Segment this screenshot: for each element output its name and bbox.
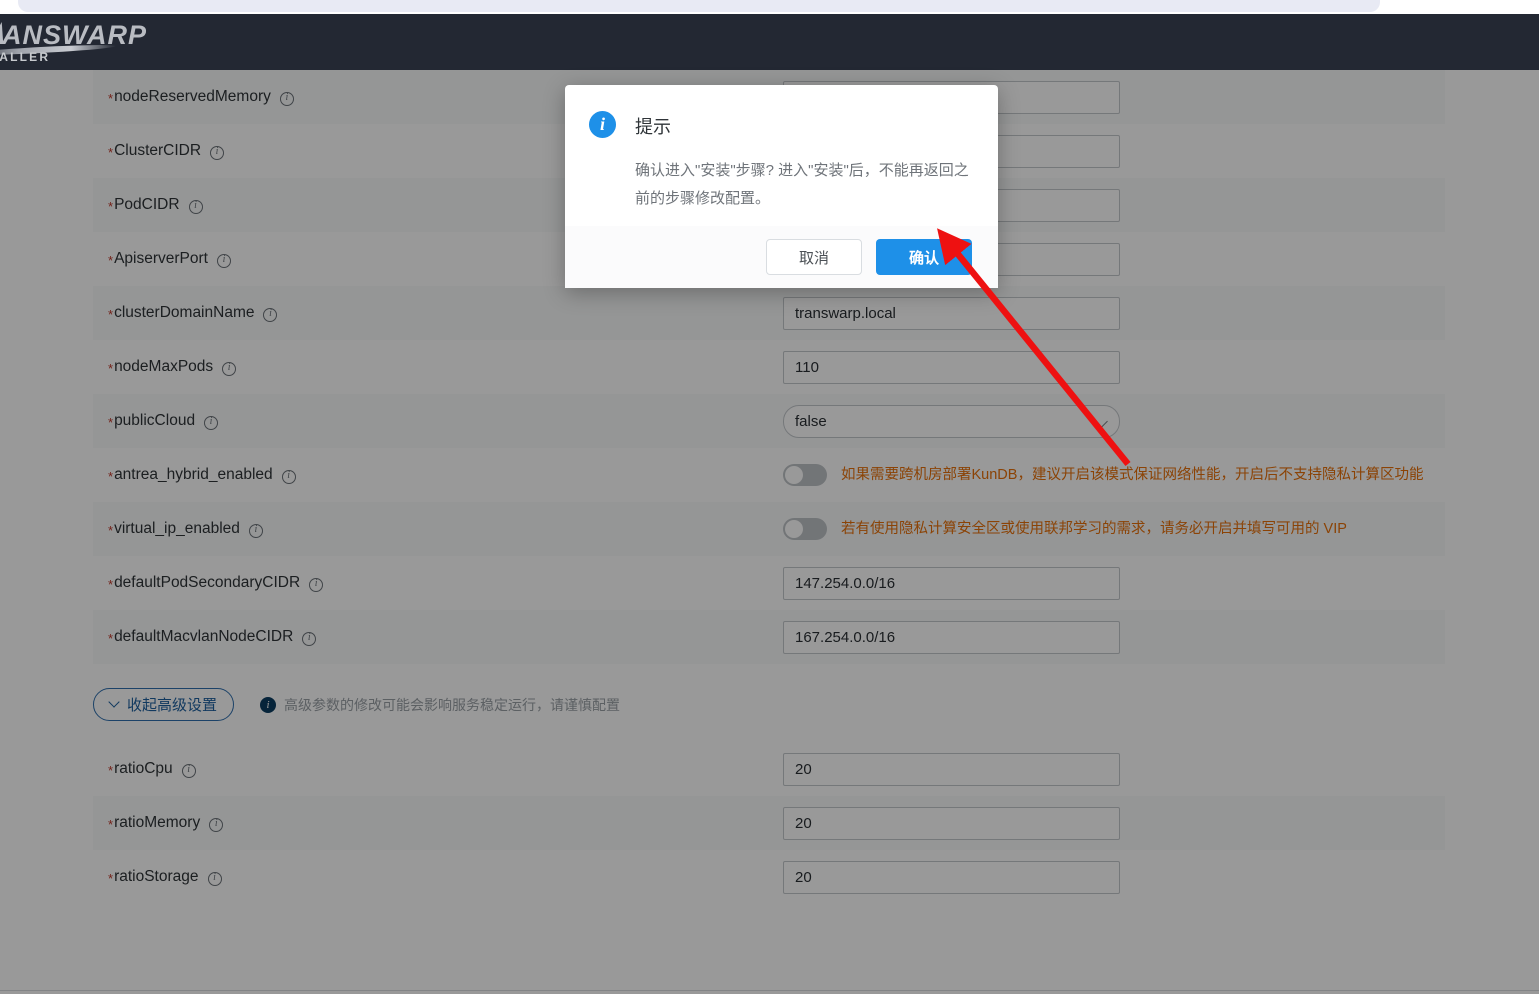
transwarp-installer-logo[interactable]: TRANSWARP INSTALLER (0, 20, 146, 66)
info-circle-icon (589, 111, 616, 138)
app-root: TRANSWARP INSTALLER *nodeReservedMemory*… (0, 0, 1539, 994)
dialog-title: 提示 (635, 117, 671, 137)
browser-top-strip (18, 0, 1380, 12)
confirm-dialog: 提示 确认进入"安装"步骤? 进入"安装"后，不能再返回之前的步骤修改配置。 取… (565, 85, 998, 288)
logo-subtitle: INSTALLER (0, 50, 51, 64)
dialog-footer: 取消 确认 (565, 226, 998, 288)
dialog-title-row: 提示 (589, 111, 671, 138)
app-header: TRANSWARP INSTALLER (0, 14, 1539, 70)
dialog-confirm-button[interactable]: 确认 (876, 239, 972, 275)
dialog-cancel-button[interactable]: 取消 (766, 239, 862, 275)
dialog-message: 确认进入"安装"步骤? 进入"安装"后，不能再返回之前的步骤修改配置。 (635, 162, 969, 207)
